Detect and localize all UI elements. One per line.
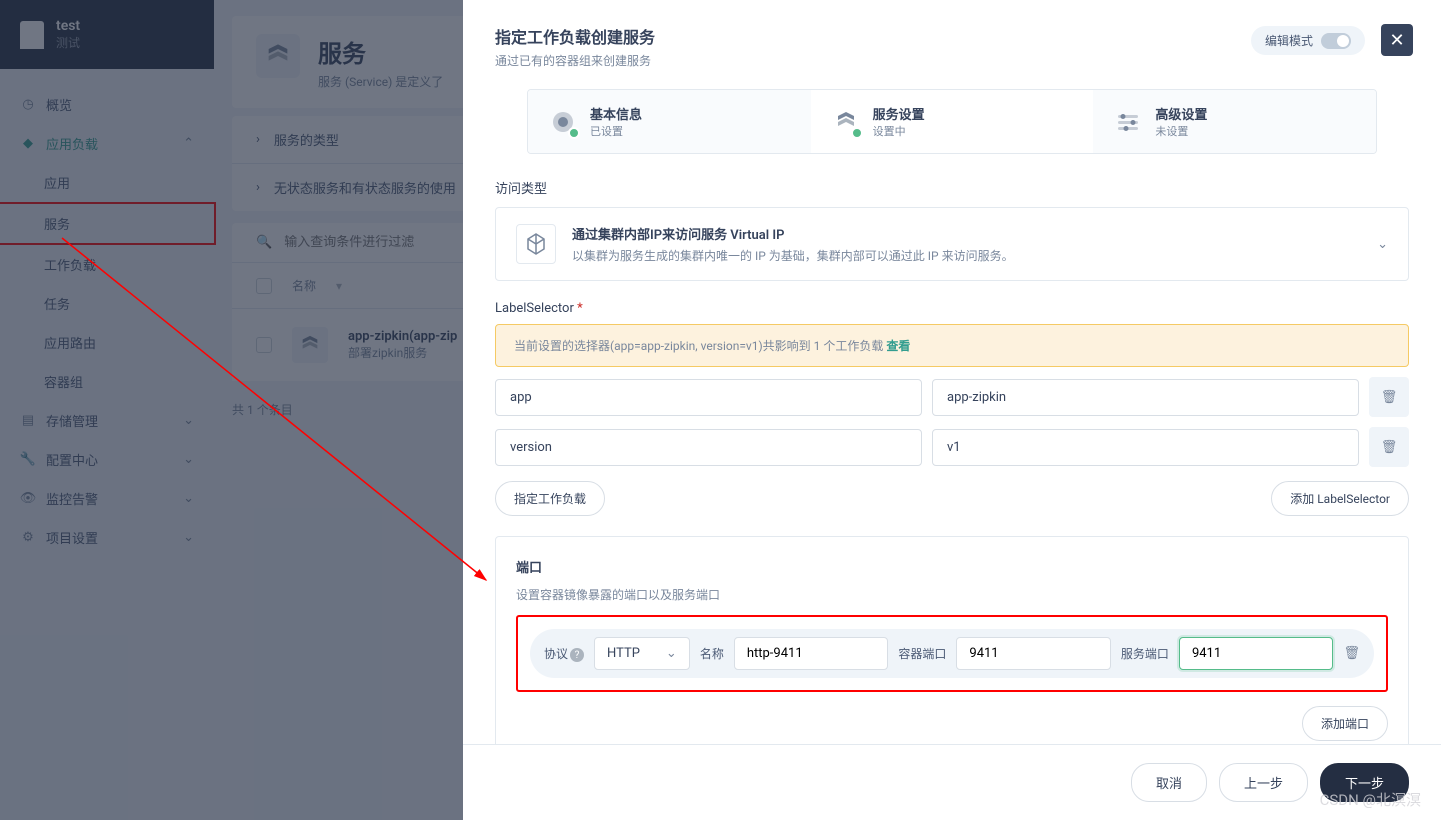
basic-info-icon [548, 107, 578, 137]
port-section: 端口 设置容器镜像暴露的端口以及服务端口 协议? HTTP⌄ 名称 容器端口 服… [495, 536, 1409, 744]
port-row: 协议? HTTP⌄ 名称 容器端口 服务端口 🗑 [530, 629, 1374, 678]
access-type-label: 访问类型 [495, 178, 1409, 197]
protocol-label: 协议? [544, 645, 584, 663]
cube-icon [516, 224, 556, 264]
cancel-button[interactable]: 取消 [1131, 763, 1207, 802]
container-port-input[interactable] [956, 637, 1111, 670]
label-key-input[interactable] [495, 379, 922, 416]
step-tabs: 基本信息已设置 服务设置设置中 高级设置未设置 [527, 89, 1377, 154]
port-highlight-box: 协议? HTTP⌄ 名称 容器端口 服务端口 🗑 [516, 615, 1388, 692]
modal-footer: 取消 上一步 下一步 [463, 744, 1441, 820]
step-advanced[interactable]: 高级设置未设置 [1093, 90, 1376, 153]
specify-workload-button[interactable]: 指定工作负载 [495, 481, 605, 516]
container-port-label: 容器端口 [898, 645, 946, 662]
access-title: 通过集群内部IP来访问服务 Virtual IP [572, 224, 1361, 243]
close-button[interactable]: ✕ [1381, 24, 1413, 56]
label-value-input[interactable] [932, 379, 1359, 416]
chevron-down-icon: ⌄ [666, 646, 677, 661]
port-name-input[interactable] [734, 637, 889, 670]
access-desc: 以集群为服务生成的集群内唯一的 IP 为基础，集群内部可以通过此 IP 来访问服… [572, 247, 1361, 264]
service-settings-icon [831, 107, 861, 137]
service-port-input[interactable] [1179, 637, 1334, 670]
watermark: CSDN @北溟溟 [1320, 789, 1421, 810]
close-icon: ✕ [1389, 30, 1404, 51]
label-selector-label: LabelSelector * [495, 301, 583, 316]
port-desc: 设置容器镜像暴露的端口以及服务端口 [516, 586, 1388, 603]
trash-icon: 🗑 [1381, 390, 1398, 405]
label-row-1: 🗑 [495, 377, 1409, 417]
label-row-2: 🗑 [495, 427, 1409, 467]
step-basic-info[interactable]: 基本信息已设置 [528, 90, 811, 153]
modal-body: 访问类型 通过集群内部IP来访问服务 Virtual IP 以集群为服务生成的集… [463, 154, 1441, 744]
modal-header: 指定工作负载创建服务 通过已有的容器组来创建服务 编辑模式 ✕ 基本信息已设置 … [463, 0, 1441, 154]
prev-button[interactable]: 上一步 [1219, 763, 1308, 802]
protocol-select[interactable]: HTTP⌄ [594, 637, 690, 670]
edit-mode-toggle[interactable]: 编辑模式 [1251, 26, 1365, 55]
advanced-icon [1113, 107, 1143, 137]
create-service-modal: 指定工作负载创建服务 通过已有的容器组来创建服务 编辑模式 ✕ 基本信息已设置 … [463, 0, 1441, 820]
access-type-card[interactable]: 通过集群内部IP来访问服务 Virtual IP 以集群为服务生成的集群内唯一的… [495, 207, 1409, 281]
step-service-settings[interactable]: 服务设置设置中 [811, 90, 1094, 153]
label-value-input[interactable] [932, 429, 1359, 466]
name-label: 名称 [700, 645, 724, 662]
selector-alert: 当前设置的选择器(app=app-zipkin, version=v1)共影响到… [495, 324, 1409, 367]
view-link[interactable]: 查看 [886, 339, 910, 353]
chevron-down-icon: ⌄ [1377, 237, 1388, 252]
add-label-selector-button[interactable]: 添加 LabelSelector [1271, 481, 1409, 516]
toggle-switch-icon [1321, 33, 1351, 49]
delete-label-button[interactable]: 🗑 [1369, 377, 1409, 417]
service-port-label: 服务端口 [1121, 645, 1169, 662]
add-port-button[interactable]: 添加端口 [1302, 706, 1388, 741]
port-title: 端口 [516, 557, 1388, 576]
delete-label-button[interactable]: 🗑 [1369, 427, 1409, 467]
trash-icon[interactable]: 🗑 [1343, 646, 1360, 661]
label-key-input[interactable] [495, 429, 922, 466]
help-icon[interactable]: ? [570, 648, 584, 662]
trash-icon: 🗑 [1381, 440, 1398, 455]
